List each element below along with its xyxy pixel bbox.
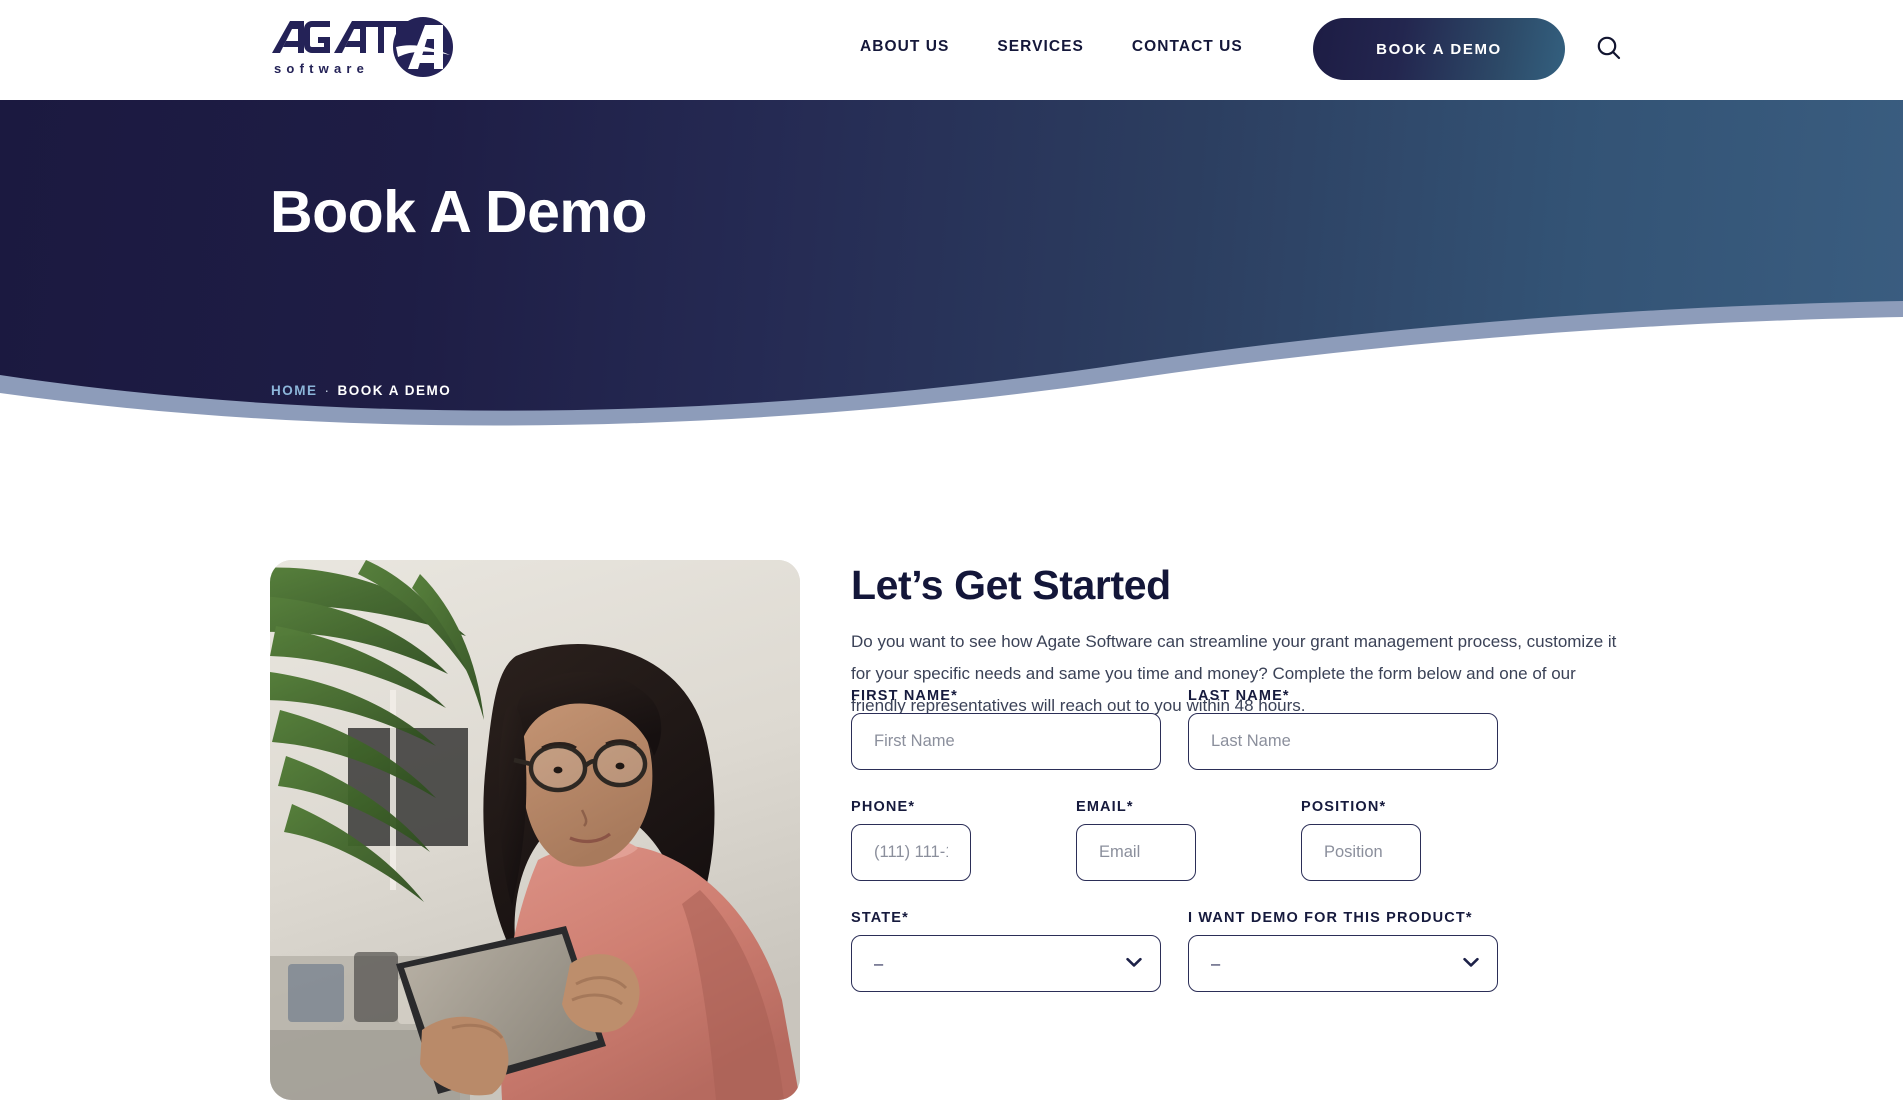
- label-first-name: FIRST NAME*: [851, 688, 958, 704]
- nav-item-about-us[interactable]: ABOUT US: [860, 38, 949, 56]
- field-first-name: FIRST NAME*: [851, 688, 1161, 770]
- main-navigation: ABOUT US SERVICES CONTACT US: [860, 38, 1243, 56]
- field-phone: PHONE*: [851, 799, 971, 881]
- demo-photo: [270, 560, 800, 1100]
- agate-a-monogram-icon: [393, 17, 453, 77]
- site-header: software ABOUT US SERVICES CONTACT US BO…: [0, 0, 1903, 100]
- page-title: Book A Demo: [270, 179, 647, 245]
- label-product: I WANT DEMO FOR THIS PRODUCT*: [1188, 910, 1473, 926]
- search-button[interactable]: [1592, 32, 1626, 66]
- office-woman-tablet-image: [270, 560, 800, 1100]
- label-email: EMAIL*: [1076, 799, 1134, 815]
- first-name-input[interactable]: [851, 713, 1161, 770]
- nav-item-services[interactable]: SERVICES: [997, 38, 1084, 56]
- field-product: I WANT DEMO FOR THIS PRODUCT* –: [1188, 910, 1498, 992]
- field-email: EMAIL*: [1076, 799, 1196, 881]
- label-position: POSITION*: [1301, 799, 1387, 815]
- label-phone: PHONE*: [851, 799, 916, 815]
- field-position: POSITION*: [1301, 799, 1421, 881]
- section-heading: Let’s Get Started: [851, 562, 1171, 608]
- search-icon: [1597, 36, 1621, 60]
- phone-input[interactable]: [851, 824, 971, 881]
- book-a-demo-button[interactable]: BOOK A DEMO: [1313, 18, 1565, 80]
- svg-text:software: software: [274, 61, 369, 76]
- state-select[interactable]: –: [851, 935, 1161, 992]
- field-state: STATE* –: [851, 910, 1161, 992]
- main-content: Let’s Get Started Do you want to see how…: [0, 440, 1903, 1100]
- nav-item-contact-us[interactable]: CONTACT US: [1132, 38, 1243, 56]
- site-logo[interactable]: software: [268, 10, 453, 90]
- product-select[interactable]: –: [1188, 935, 1498, 992]
- email-input[interactable]: [1076, 824, 1196, 881]
- position-input[interactable]: [1301, 824, 1421, 881]
- hero-wave-divider: [0, 301, 1903, 440]
- label-state: STATE*: [851, 910, 909, 926]
- agate-logo-svg: software: [272, 17, 453, 77]
- label-last-name: LAST NAME*: [1188, 688, 1290, 704]
- hero-banner: Book A Demo HOME · BOOK A DEMO: [0, 100, 1903, 440]
- last-name-input[interactable]: [1188, 713, 1498, 770]
- field-last-name: LAST NAME*: [1188, 688, 1498, 770]
